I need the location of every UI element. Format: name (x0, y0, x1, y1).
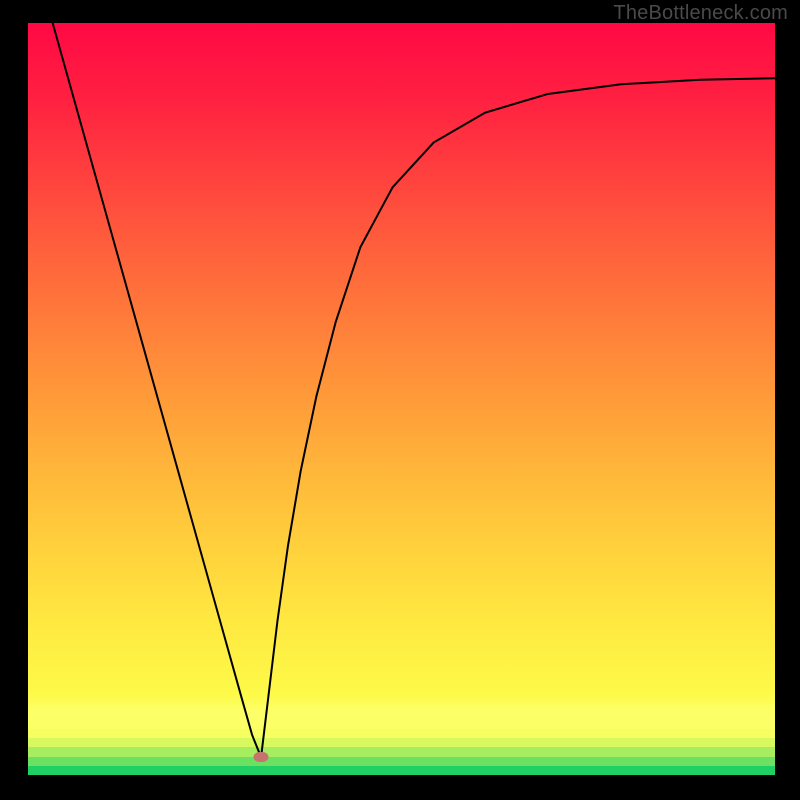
minimum-marker (254, 752, 269, 762)
spectrum-band (28, 712, 775, 729)
watermark-text: TheBottleneck.com (613, 2, 788, 25)
gradient-background (28, 23, 775, 770)
chart-area (28, 23, 775, 770)
